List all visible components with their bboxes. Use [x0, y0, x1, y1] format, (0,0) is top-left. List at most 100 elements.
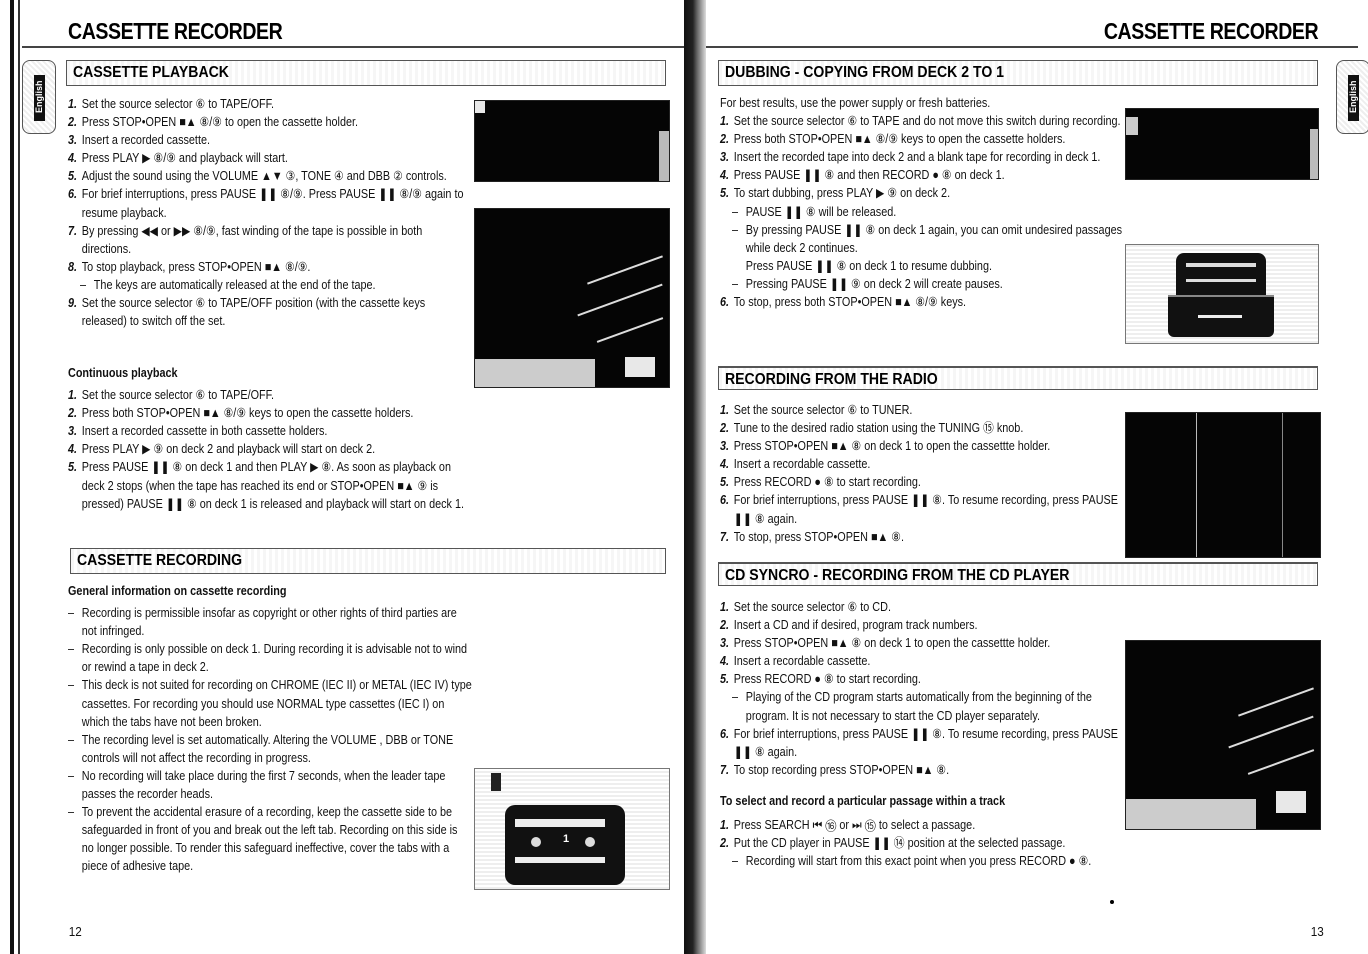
step-number: 4. — [68, 442, 78, 457]
page-number: 12 — [68, 924, 82, 939]
language-tab: English — [22, 60, 56, 134]
step-item: 2. Press both STOP•OPEN ■▲ ⑧/⑨ keys to op… — [720, 130, 1124, 148]
step-item: 1. Press SEARCH ⏮ ⑯ or ⏭ ⑮ to select a pa… — [720, 816, 1124, 834]
section-header-cd-syncro: CD SYNCRO - RECORDING FROM THE CD PLAYER — [718, 562, 1318, 586]
subsection-title: Continuous playback — [68, 366, 178, 380]
info-text: The recording level is set automatically… — [81, 732, 454, 765]
section-title: CASSETTE PLAYBACK — [73, 64, 229, 81]
dash-bullet: – — [732, 222, 739, 237]
step-item: 9. Set the source selector ⑥ to TAPE/OFF … — [68, 294, 472, 330]
section-header-recording: CASSETTE RECORDING — [70, 548, 666, 574]
device-photo-tuner — [1125, 412, 1321, 558]
step-item: 6. To stop, press both STOP•OPEN ■▲ ⑧/⑨ k… — [720, 293, 1124, 311]
step-number: 8. — [68, 259, 78, 274]
step-text: Press RECORD ● ⑧ to start recording. — [733, 475, 921, 490]
step-item: 6. For brief interruptions, press PAUSE ❚… — [720, 491, 1124, 527]
cassette-tab-illustration: 1 — [474, 768, 670, 890]
step-number: 1. — [68, 97, 78, 111]
step-number: 3. — [68, 133, 78, 148]
dash-bullet: – — [732, 204, 739, 219]
step-number: 9. — [68, 296, 78, 311]
step-number: 4. — [68, 151, 78, 166]
step-text: Press PAUSE ❚❚ ⑧ on deck 1 to resume dub… — [745, 258, 993, 273]
step-text: The keys are automatically released at t… — [93, 277, 376, 292]
page-header-title: CASSETTE RECORDER — [1103, 18, 1319, 44]
step-text: Insert a CD and if desired, program trac… — [733, 618, 978, 633]
step-item: 7. By pressing ◀◀ or ▶▶ ⑧/⑨, fast winding… — [68, 222, 472, 258]
step-number: 4. — [720, 457, 730, 472]
manual-page-12: CASSETTE RECORDER English CASSETTE PLAYB… — [0, 0, 684, 954]
step-text: Adjust the sound using the VOLUME ▲▼ ③, … — [81, 169, 447, 184]
language-tab-label: English — [34, 80, 44, 114]
radio-steps: 1. Set the source selector ⑥ to TUNER. 2. T… — [720, 401, 1124, 546]
step-number: 5. — [720, 475, 730, 490]
playback-steps: 1. Set the source selector ⑥ to TAPE/OFF.… — [68, 95, 472, 330]
passage-steps: 1. Press SEARCH ⏮ ⑯ or ⏭ ⑮ to select a pa… — [720, 816, 1124, 870]
sub-note: – Recording will start from this exact po… — [720, 852, 1124, 870]
step-item: 3. Press STOP•OPEN ■▲ ⑧ on deck 1 to open… — [720, 634, 1124, 652]
step-text: Set the source selector ⑥ to CD. — [733, 600, 891, 614]
dash-bullet: – — [732, 276, 739, 291]
section-title: CASSETTE RECORDING — [77, 552, 243, 569]
step-text: Press both STOP•OPEN ■▲ ⑧/⑨ keys to open… — [733, 132, 1066, 147]
dash-bullet: – — [68, 732, 75, 747]
step-item: 1. Set the source selector ⑥ to TUNER. — [720, 401, 1124, 419]
step-number: 7. — [68, 223, 78, 238]
binding-edge — [10, 0, 14, 954]
step-item: 1. Set the source selector ⑥ to TAPE/OFF. — [68, 386, 472, 404]
step-number: 5. — [720, 672, 730, 687]
step-number: 2. — [720, 618, 730, 633]
info-item: – This deck is not suited for recording o… — [68, 676, 472, 730]
step-number: 6. — [720, 493, 730, 508]
step-number: 1. — [720, 600, 730, 614]
step-text: Press PLAY ▶ ⑨ on deck 2 and playback wi… — [81, 442, 376, 457]
cassette-insert-illustration — [1125, 244, 1319, 344]
step-number: 5. — [68, 169, 78, 184]
passage-block: To select and record a particular passag… — [720, 792, 1124, 870]
step-number: 7. — [720, 529, 730, 544]
step-text: To stop, press both STOP•OPEN ■▲ ⑧/⑨ key… — [733, 295, 967, 310]
step-item: 3. Press STOP•OPEN ■▲ ⑧ on deck 1 to open… — [720, 437, 1124, 455]
step-text: Tune to the desired radio station using … — [733, 421, 1024, 436]
step-number: 2. — [68, 115, 78, 130]
page-header-title: CASSETTE RECORDER — [68, 18, 283, 44]
info-text: To prevent the accidental erasure of a r… — [81, 805, 458, 874]
step-text: Insert a recorded cassette in both casse… — [81, 424, 328, 439]
step-text: To stop recording press STOP•OPEN ■▲ ⑧. — [733, 762, 950, 777]
step-number: 1. — [68, 388, 78, 403]
step-number: 1. — [720, 403, 730, 417]
step-number: 2. — [720, 421, 730, 436]
step-item: 2. Insert a CD and if desired, program tr… — [720, 616, 1124, 634]
step-text: Press PAUSE ❚❚ ⑧ and then RECORD ● ⑧ on … — [733, 168, 1005, 183]
section-title: RECORDING FROM THE RADIO — [725, 371, 938, 388]
info-item: – To prevent the accidental erasure of a … — [68, 803, 472, 875]
dubbing-block: For best results, use the power supply o… — [720, 94, 1124, 311]
step-text: Set the source selector ⑥ to TUNER. — [733, 403, 913, 417]
step-text: Insert a recordable cassette. — [733, 457, 871, 472]
step-item: 4. Press PLAY ▶ ⑧/⑨ and playback will sta… — [68, 149, 472, 167]
dash-bullet: – — [68, 805, 75, 820]
step-item: 1. Set the source selector ⑥ to TAPE/OFF. — [68, 95, 472, 113]
step-text: Press STOP•OPEN ■▲ ⑧/⑨ to open the casse… — [81, 115, 359, 130]
step-text: PAUSE ❚❚ ⑧ will be released. — [745, 204, 897, 219]
step-item: 2. Put the CD player in PAUSE ❚❚ ⑭ positi… — [720, 834, 1124, 852]
step-item: 4. Press PAUSE ❚❚ ⑧ and then RECORD ● ⑧ o… — [720, 166, 1124, 184]
info-item: – The recording level is set automaticall… — [68, 731, 472, 767]
step-item: 7. To stop, press STOP•OPEN ■▲ ⑧. — [720, 528, 1124, 546]
step-text: Press RECORD ● ⑧ to start recording. — [733, 672, 921, 687]
section-header-playback: CASSETTE PLAYBACK — [66, 60, 666, 86]
step-number: 1. — [720, 818, 730, 833]
step-number: 6. — [68, 187, 78, 202]
step-number: 5. — [720, 186, 730, 201]
swap-arrow-icon — [1168, 295, 1274, 337]
step-number: 2. — [720, 132, 730, 147]
info-item: – Recording is permissible insofar as cop… — [68, 604, 472, 640]
step-number: 3. — [68, 424, 78, 439]
sub-note: – The keys are automatically released at … — [68, 276, 472, 294]
step-number: 3. — [720, 439, 730, 454]
step-item: 8. To stop playback, press STOP•OPEN ■▲ ⑧… — [68, 258, 472, 276]
recording-info-block: General information on cassette recordin… — [68, 582, 472, 876]
info-text: This deck is not suited for recording on… — [81, 678, 472, 729]
device-photo-cassette-holders — [1125, 108, 1319, 180]
binding-edge — [684, 0, 706, 954]
